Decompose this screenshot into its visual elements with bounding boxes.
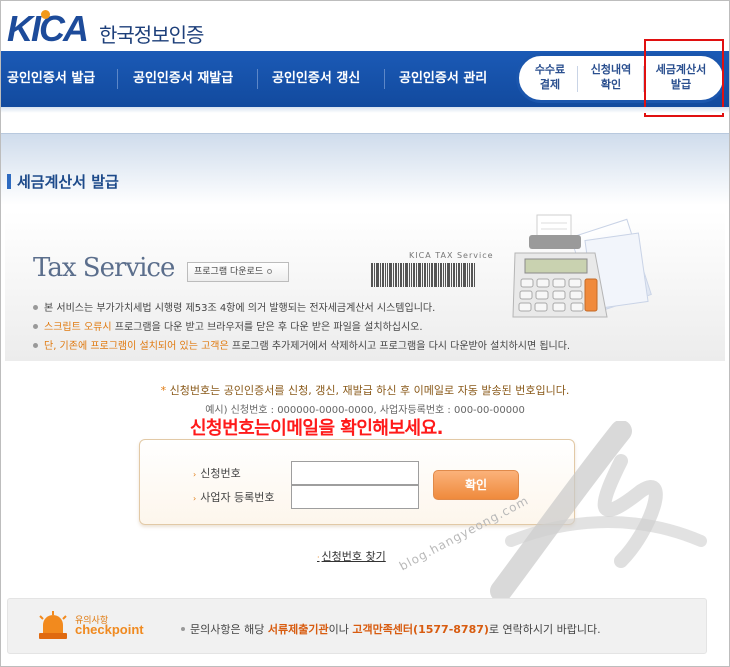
bullet-icon: [33, 324, 38, 329]
nav-item-issue[interactable]: 공인인증서 발급: [7, 51, 95, 107]
label-text: 사업자 등록번호: [200, 491, 275, 504]
message-org: 서류제출기관: [267, 623, 329, 636]
link-text: 신청번호 찾기: [321, 550, 386, 563]
note-row: 본 서비스는 부가가치세법 시행령 제53조 4항에 의거 발행되는 전자세금계…: [33, 299, 570, 318]
application-number-label: › 신청번호: [193, 465, 241, 481]
note-row: 스크립트 오류시 프로그램을 다운 받고 브라우저를 닫은 후 다운 받은 파일…: [33, 318, 570, 337]
logo-dot-icon: [41, 10, 50, 19]
email-check-annotation: 신청번호는이메일을 확인해보세요.: [190, 418, 444, 439]
checkpoint-message: 문의사항은 해당 서류제출기관이나 고객만족센터(1577-8787)로 연락하…: [181, 621, 601, 637]
application-number-notice: * 신청번호는 공인인증서를 신청, 갱신, 재발급 하신 후 이메일로 자동 …: [1, 382, 729, 398]
page-title-text: 세금계산서 발급: [17, 173, 119, 191]
nav-item-reissue[interactable]: 공인인증서 재발급: [133, 51, 233, 107]
note-highlight: 스크립트 오류시: [44, 322, 112, 333]
notice-text: 신청번호는 공인인증서를 신청, 갱신, 재발급 하신 후 이메일로 자동 발송…: [166, 384, 570, 397]
tax-service-title: Tax Service: [33, 253, 175, 283]
label-text: 신청번호: [200, 467, 241, 480]
nav-item-renew[interactable]: 공인인증서 갱신: [272, 51, 360, 107]
section-background: [1, 133, 729, 205]
highlight-annotation-box: [644, 39, 724, 117]
quick-item-label: 신청내역: [590, 63, 632, 76]
circle-icon: [267, 269, 273, 274]
checkpoint-label: checkpoint: [75, 622, 144, 637]
application-number-input[interactable]: [291, 461, 419, 485]
message-text: 이나: [328, 623, 353, 636]
bullet-icon: [33, 343, 38, 348]
logo-subtitle: 한국정보인증: [99, 23, 204, 47]
alarm-light-icon: [39, 611, 67, 639]
quick-item-label: 수수료: [534, 63, 566, 76]
bullet-icon: [33, 305, 38, 310]
note-text: 프로그램을 다운 받고 브라우저를 닫은 후 다운 받은 파일을 설치하십시오.: [111, 322, 423, 333]
note-highlight: 단, 기존에 프로그램이 설치되어 있는 고객은: [44, 341, 229, 352]
page-title: 세금계산서 발급: [7, 171, 119, 192]
barcode-label: KICA TAX Service: [409, 251, 494, 260]
find-application-number-link[interactable]: · 신청번호 찾기: [317, 548, 386, 564]
arrow-icon: ›: [193, 470, 197, 479]
arrow-icon: ›: [193, 494, 197, 503]
nav-divider: [117, 69, 118, 89]
service-notes: 본 서비스는 부가가치세법 시행령 제53조 4항에 의거 발행되는 전자세금계…: [33, 299, 570, 356]
quick-item-fee-payment[interactable]: 수수료 결제: [529, 62, 571, 92]
nav-shadow: [1, 107, 729, 113]
quick-divider: [577, 66, 578, 92]
download-label: 프로그램 다운로드: [194, 267, 264, 277]
program-download-button[interactable]: 프로그램 다운로드: [187, 262, 289, 282]
business-number-label: › 사업자 등록번호: [193, 489, 275, 505]
note-row: 단, 기존에 프로그램이 설치되어 있는 고객은 프로그램 추가제거에서 삭제하…: [33, 337, 570, 356]
message-text: 문의사항은 해당: [190, 623, 268, 636]
quick-item-label: 결제: [539, 78, 561, 91]
message-org: 고객만족센터(1577-8787): [352, 623, 489, 636]
nav-item-manage[interactable]: 공인인증서 관리: [399, 51, 487, 107]
barcode-graphic: [371, 263, 509, 287]
header: KICA 한국정보인증: [1, 1, 729, 51]
title-bar-icon: [7, 174, 11, 189]
page-frame: KICA 한국정보인증 공인인증서 발급 공인인증서 재발급 공인인증서 갱신 …: [0, 0, 730, 667]
bullet-icon: [181, 627, 185, 631]
message-text: 로 연락하시기 바랍니다.: [488, 623, 601, 636]
quick-item-label: 확인: [600, 78, 622, 91]
note-text: 프로그램 추가제거에서 삭제하시고 프로그램을 다시 다운받아 설치하시면 됩니…: [228, 341, 571, 352]
business-number-input[interactable]: [291, 485, 419, 509]
nav-divider: [384, 69, 385, 89]
note-text: 본 서비스는 부가가치세법 시행령 제53조 4항에 의거 발행되는 전자세금계…: [44, 303, 436, 314]
nav-divider: [257, 69, 258, 89]
arrow-icon: ·: [317, 553, 320, 562]
quick-item-request-history[interactable]: 신청내역 확인: [585, 62, 637, 92]
